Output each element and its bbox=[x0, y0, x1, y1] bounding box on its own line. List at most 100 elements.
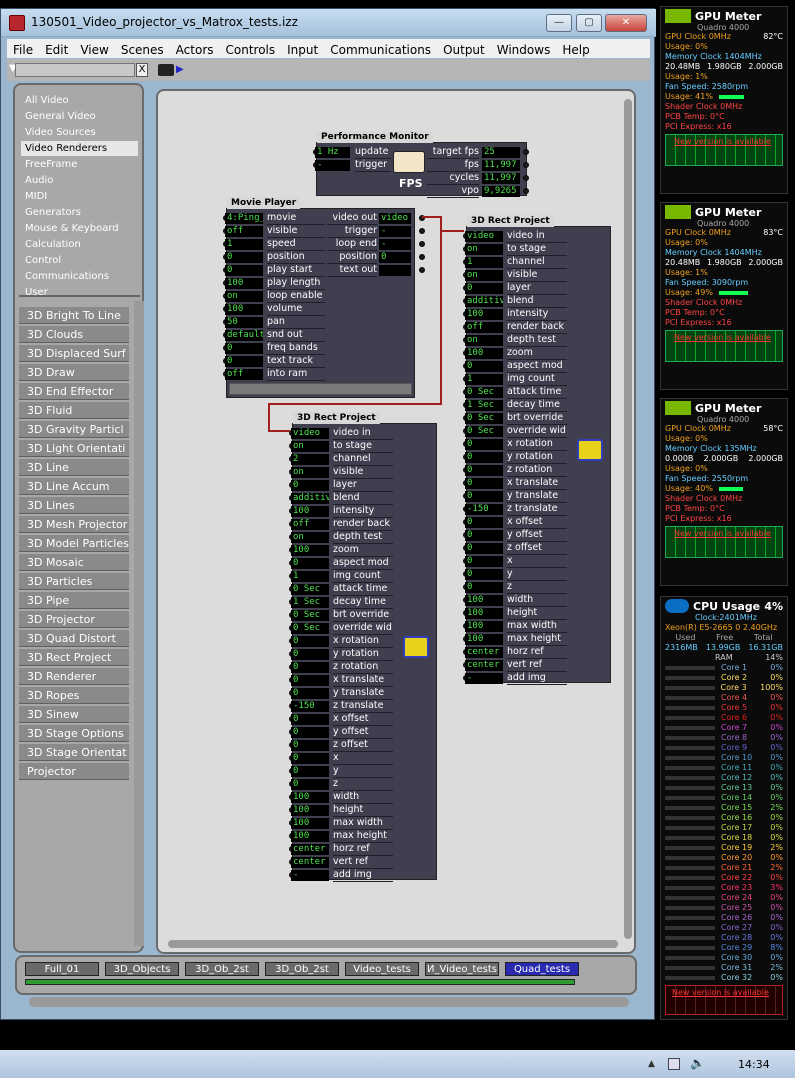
input-value[interactable]: 0 bbox=[465, 582, 503, 593]
output-value[interactable]: - bbox=[379, 239, 411, 250]
input-value[interactable]: center bbox=[465, 647, 503, 658]
scene-tab[interactable]: Full_01 bbox=[25, 962, 99, 976]
movie-player-actor[interactable]: Movie Player 4:Ping_ movie off visible 1 speed… bbox=[223, 197, 425, 398]
input-value[interactable]: 100 bbox=[465, 309, 503, 320]
input-value[interactable]: 1 bbox=[465, 257, 503, 268]
output-pin[interactable] bbox=[523, 175, 529, 181]
input-value[interactable]: 0 bbox=[465, 530, 503, 541]
input-value[interactable]: 100 bbox=[291, 545, 329, 556]
output-pin[interactable] bbox=[419, 254, 425, 260]
input-value[interactable]: 100 bbox=[465, 348, 503, 359]
actor-list-item[interactable]: 3D Bright To Line bbox=[19, 307, 129, 324]
category-item[interactable]: Communications bbox=[21, 269, 138, 284]
actor-list-item[interactable]: 3D Renderer bbox=[19, 668, 129, 685]
input-value[interactable]: 0 bbox=[291, 649, 329, 660]
actor-list-item[interactable]: 3D Fluid bbox=[19, 402, 129, 419]
actor-list-item[interactable]: 3D End Effector bbox=[19, 383, 129, 400]
input-value[interactable]: 0 bbox=[465, 543, 503, 554]
input-value[interactable]: 0 bbox=[291, 727, 329, 738]
actor-list-item[interactable]: 3D Draw bbox=[19, 364, 129, 381]
patch-vertical-scrollbar[interactable] bbox=[624, 99, 632, 939]
input-value[interactable]: 0 Sec bbox=[465, 426, 503, 437]
input-value[interactable]: 0 Sec bbox=[291, 610, 329, 621]
output-value[interactable]: - bbox=[379, 226, 411, 237]
input-value[interactable]: 1 bbox=[225, 239, 263, 250]
rect-project-actor[interactable]: 3D Rect Project video video in on to stage 2 c… bbox=[289, 412, 437, 882]
category-item[interactable]: General Video bbox=[21, 109, 138, 124]
actor-list-item[interactable]: 3D Pipe bbox=[19, 592, 129, 609]
input-value[interactable]: 2 bbox=[291, 454, 329, 465]
input-value[interactable]: 0 bbox=[465, 556, 503, 567]
input-value[interactable]: center bbox=[291, 844, 329, 855]
input-value[interactable]: 0 bbox=[291, 558, 329, 569]
actor-list-item[interactable]: 3D Stage Options bbox=[19, 725, 129, 742]
input-value[interactable]: 1 Sec bbox=[291, 597, 329, 608]
output-pin[interactable] bbox=[523, 149, 529, 155]
rect-project-actor[interactable]: 3D Rect Project video video in on to stage 1 c… bbox=[463, 215, 611, 685]
menu-view[interactable]: View bbox=[74, 41, 114, 59]
input-value[interactable]: 0 Sec bbox=[291, 584, 329, 595]
scene-tab[interactable]: Video_tests bbox=[345, 962, 419, 976]
minimize-button[interactable]: — bbox=[546, 14, 572, 32]
input-value[interactable]: - bbox=[465, 673, 503, 684]
input-value[interactable]: on bbox=[225, 291, 263, 302]
taskbar-clock[interactable]: 14:34 bbox=[738, 1058, 770, 1071]
category-item[interactable]: User bbox=[21, 285, 138, 300]
input-value[interactable]: 0 bbox=[465, 283, 503, 294]
input-value[interactable]: 0 bbox=[465, 478, 503, 489]
actor-list-item[interactable]: 3D Lines bbox=[19, 497, 129, 514]
actor-list-item[interactable]: 3D Mesh Projector bbox=[19, 516, 129, 533]
input-value[interactable]: 0 Sec bbox=[465, 413, 503, 424]
actor-list-item[interactable]: 3D Sinew bbox=[19, 706, 129, 723]
input-value[interactable]: on bbox=[465, 335, 503, 346]
input-value[interactable]: 0 bbox=[465, 465, 503, 476]
output-pin[interactable] bbox=[419, 241, 425, 247]
input-value[interactable]: on bbox=[465, 244, 503, 255]
input-value[interactable]: 100 bbox=[291, 506, 329, 517]
input-value[interactable]: on bbox=[291, 441, 329, 452]
input-value[interactable]: video bbox=[291, 428, 329, 439]
input-value[interactable]: center bbox=[465, 660, 503, 671]
input-value[interactable]: 0 bbox=[291, 480, 329, 491]
actor-list-item[interactable]: 3D Mosaic bbox=[19, 554, 129, 571]
output-pin[interactable] bbox=[523, 162, 529, 168]
title-bar[interactable]: 130501_Video_projector_vs_Matrox_tests.i… bbox=[1, 9, 656, 37]
input-value[interactable]: 1 bbox=[465, 374, 503, 385]
input-value[interactable]: 100 bbox=[465, 634, 503, 645]
scene-tab[interactable]: 3D_Ob_2st bbox=[265, 962, 339, 976]
output-value[interactable]: 11,997 bbox=[482, 173, 520, 184]
network-icon[interactable] bbox=[668, 1058, 680, 1070]
menu-actors[interactable]: Actors bbox=[170, 41, 220, 59]
input-value[interactable]: 0 bbox=[465, 452, 503, 463]
category-item[interactable]: FreeFrame bbox=[21, 157, 138, 172]
volume-icon[interactable]: 🔈 bbox=[690, 1056, 705, 1070]
input-value[interactable]: 100 bbox=[465, 595, 503, 606]
input-value[interactable]: 100 bbox=[225, 278, 263, 289]
scene-tab[interactable]: Quad_tests bbox=[505, 962, 579, 976]
input-value[interactable]: off bbox=[225, 226, 263, 237]
input-value[interactable]: off bbox=[291, 519, 329, 530]
input-value[interactable]: 0 bbox=[291, 766, 329, 777]
input-value[interactable]: 0 bbox=[291, 753, 329, 764]
show-hidden-icons[interactable]: ▲ bbox=[648, 1059, 655, 1069]
input-value[interactable]: additive bbox=[465, 296, 503, 307]
output-value[interactable]: 11,997 bbox=[482, 160, 520, 171]
input-value[interactable]: - bbox=[291, 870, 329, 881]
maximize-button[interactable]: ▢ bbox=[576, 14, 602, 32]
input-value[interactable]: 0 bbox=[291, 636, 329, 647]
input-value[interactable]: 100 bbox=[291, 805, 329, 816]
play-arrow-icon[interactable]: ▶ bbox=[176, 64, 184, 75]
input-value[interactable]: 0 bbox=[465, 517, 503, 528]
input-value[interactable]: 0 bbox=[465, 361, 503, 372]
actor-list-item[interactable]: Projector bbox=[19, 763, 129, 780]
actor-list-item[interactable]: 3D Particles bbox=[19, 573, 129, 590]
actor-list-item[interactable]: 3D Projector bbox=[19, 611, 129, 628]
input-value[interactable]: 1 Sec bbox=[465, 400, 503, 411]
input-value[interactable]: on bbox=[291, 532, 329, 543]
menu-input[interactable]: Input bbox=[281, 41, 324, 59]
input-value[interactable]: 100 bbox=[291, 831, 329, 842]
menu-controls[interactable]: Controls bbox=[220, 41, 282, 59]
close-button[interactable]: ✕ bbox=[605, 14, 647, 32]
search-input[interactable] bbox=[15, 63, 135, 77]
performance-monitor-actor[interactable]: Performance Monitor 1 Hz update - trigger tar… bbox=[313, 131, 529, 198]
